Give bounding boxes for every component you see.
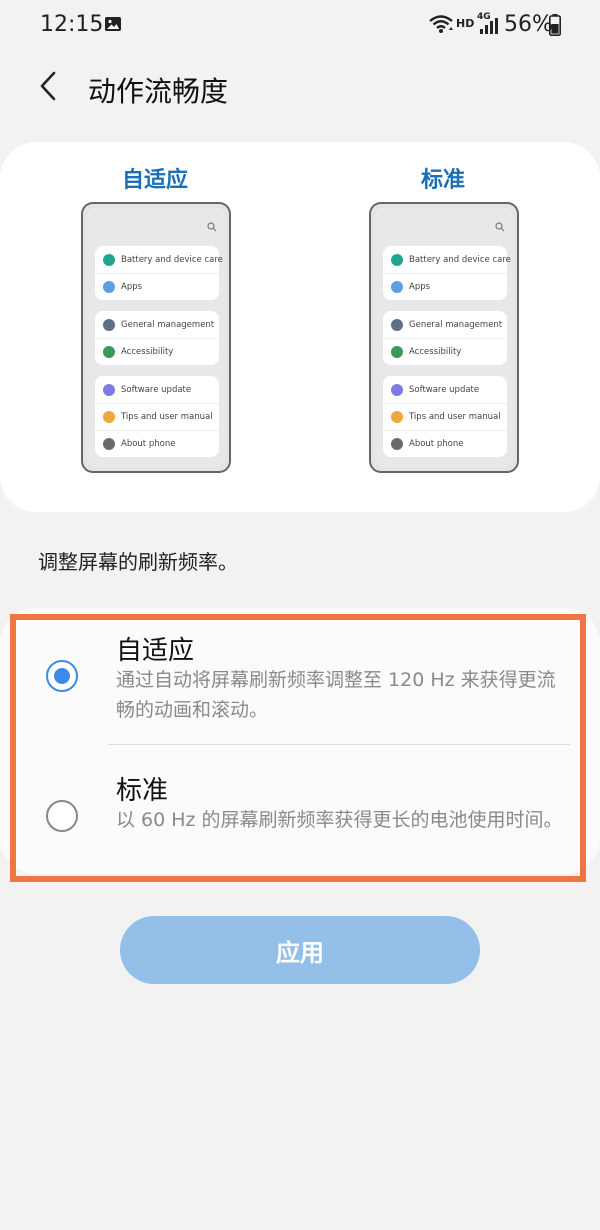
wifi-icon xyxy=(429,15,453,33)
phone-row-label: General management xyxy=(121,319,215,330)
preview-card: 自适应 Battery and device care Apps General m… xyxy=(0,142,600,512)
phone-settings-group: Battery and device care Apps xyxy=(95,246,223,300)
lightbulb-icon xyxy=(391,411,403,423)
phone-settings-row: About phone xyxy=(383,430,507,457)
phone-mockup: Battery and device care Apps General manag… xyxy=(369,202,519,473)
signal-icon xyxy=(480,18,498,34)
apply-button[interactable]: 应用 xyxy=(120,916,480,984)
header: 动作流畅度 xyxy=(0,52,600,122)
phone-settings-group: General management Accessibility xyxy=(95,311,219,365)
phone-settings-row: Battery and device care xyxy=(95,246,223,273)
phone-settings-row: About phone xyxy=(95,430,219,457)
phone-settings-group: Software update Tips and user manual About… xyxy=(95,376,219,457)
phone-row-label: Accessibility xyxy=(409,347,462,357)
software-update-icon xyxy=(103,383,115,396)
phone-settings-row: Accessibility xyxy=(95,338,219,365)
sliders-icon xyxy=(391,318,403,331)
software-update-icon xyxy=(391,383,403,396)
phone-settings-row: General management xyxy=(383,311,507,338)
phone-row-label: Tips and user manual xyxy=(409,412,501,422)
accessibility-icon xyxy=(103,346,115,358)
back-arrow-icon xyxy=(40,71,56,101)
phone-row-label: Apps xyxy=(121,282,143,292)
sliders-icon xyxy=(103,318,115,331)
phone-settings-row: General management xyxy=(95,311,219,338)
phone-settings-row: Software update xyxy=(383,376,507,403)
phone-settings-row: Software update xyxy=(95,376,219,403)
phone-settings-row: Apps xyxy=(95,273,219,300)
apps-icon xyxy=(103,281,115,293)
phone-row-label: About phone xyxy=(121,439,176,449)
phone-settings-row: Tips and user manual xyxy=(383,403,507,430)
phone-screen: Battery and device care Apps General manag… xyxy=(87,208,225,467)
preview-label-adaptive: 自适应 xyxy=(121,168,188,193)
phone-settings-row: Tips and user manual xyxy=(95,403,219,430)
phone-screen: Battery and device care Apps General manag… xyxy=(375,208,513,467)
battery-care-icon xyxy=(391,253,403,266)
phone-settings-group: General management Accessibility xyxy=(383,311,507,365)
phone-row-label: General management xyxy=(409,319,503,330)
phone-mockup: Battery and device care Apps General manag… xyxy=(81,202,231,473)
battery-percentage: 56% xyxy=(504,12,553,37)
hd-indicator: HD xyxy=(456,17,475,30)
apps-icon xyxy=(391,281,403,293)
phone-settings-row: Apps xyxy=(383,273,507,300)
back-button[interactable] xyxy=(28,66,68,106)
search-icon xyxy=(495,222,505,232)
phone-row-label: Software update xyxy=(121,384,192,395)
lightbulb-icon xyxy=(103,411,115,423)
refresh-rate-description: 调整屏幕的刷新频率。 xyxy=(38,550,238,574)
phone-settings-row: Battery and device care xyxy=(383,246,511,273)
battery-icon xyxy=(549,14,561,36)
info-icon xyxy=(391,438,403,450)
info-icon xyxy=(103,438,115,450)
accessibility-icon xyxy=(391,346,403,358)
phone-row-label: Accessibility xyxy=(121,347,174,357)
phone-settings-row: Accessibility xyxy=(383,338,507,365)
phone-settings-group: Software update Tips and user manual About… xyxy=(383,376,507,457)
phone-row-label: Battery and device care xyxy=(121,254,223,265)
status-time: 12:15 xyxy=(40,12,104,37)
gallery-icon xyxy=(105,17,121,31)
phone-row-label: Battery and device care xyxy=(409,254,511,265)
page-title: 动作流畅度 xyxy=(88,75,229,108)
search-icon xyxy=(207,222,217,232)
highlight-box xyxy=(10,614,586,882)
phone-row-label: About phone xyxy=(409,439,464,449)
phone-row-label: Apps xyxy=(409,282,431,292)
preview-label-standard: 标准 xyxy=(420,168,465,193)
phone-row-label: Software update xyxy=(409,384,480,395)
phone-settings-group: Battery and device care Apps xyxy=(383,246,511,300)
status-bar: 12:15 HD 4G 56% xyxy=(0,0,600,52)
battery-care-icon xyxy=(103,253,115,266)
phone-row-label: Tips and user manual xyxy=(121,412,213,422)
